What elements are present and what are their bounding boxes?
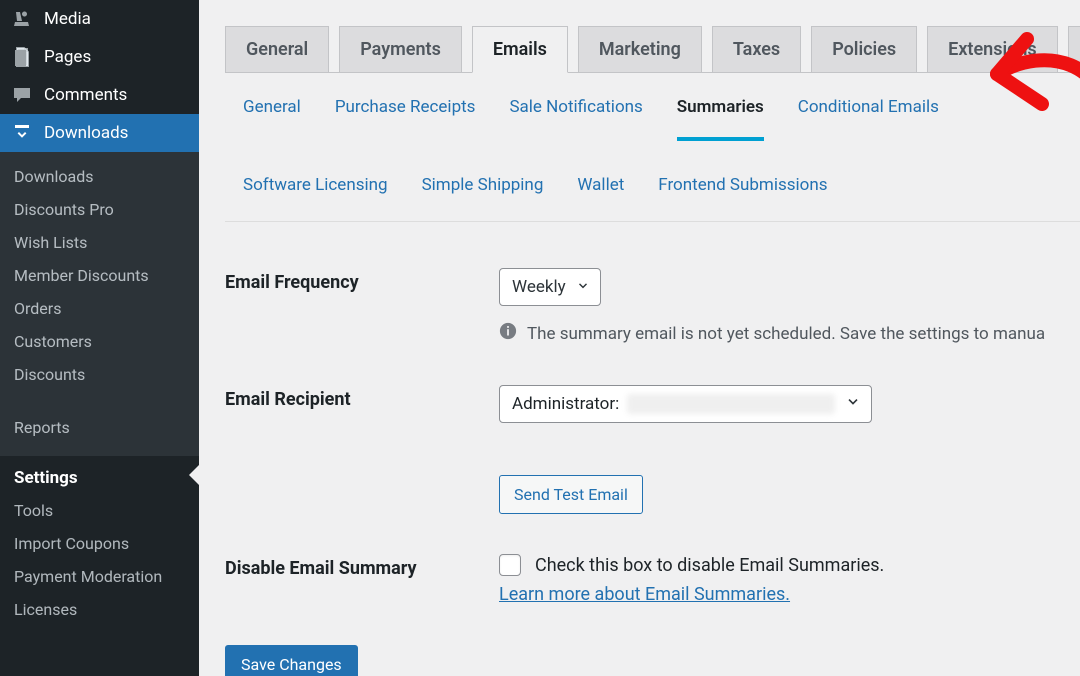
- sidebar-item-label: Pages: [44, 47, 91, 67]
- downloads-submenu: Downloads Discounts Pro Wish Lists Membe…: [0, 152, 199, 399]
- sidebar-subitem-licenses[interactable]: Licenses: [0, 593, 199, 626]
- select-email-recipient[interactable]: Administrator:: [499, 385, 872, 423]
- admin-sidebar: Media Pages Comments Downloads: [0, 0, 199, 676]
- tab-taxes[interactable]: Taxes: [712, 26, 801, 72]
- tab-marketing[interactable]: Marketing: [578, 26, 702, 72]
- pages-icon: [12, 47, 32, 67]
- frequency-info: The summary email is not yet scheduled. …: [499, 322, 1080, 345]
- tab-general[interactable]: General: [225, 26, 329, 72]
- sidebar-item-comments[interactable]: Comments: [0, 76, 199, 114]
- sidebar-item-media[interactable]: Media: [0, 0, 199, 38]
- sidebar-subitem-downloads[interactable]: Downloads: [0, 160, 199, 193]
- reports-section: Reports: [0, 399, 199, 456]
- label-disable-summary: Disable Email Summary: [225, 554, 499, 579]
- subtab-frontend-submissions[interactable]: Frontend Submissions: [658, 175, 827, 221]
- sidebar-subitem-discounts[interactable]: Discounts: [0, 358, 199, 391]
- select-value: Weekly: [512, 277, 566, 297]
- sidebar-item-settings[interactable]: Settings: [0, 456, 199, 494]
- sidebar-item-label: Settings: [14, 468, 78, 488]
- sidebar-subitem-customers[interactable]: Customers: [0, 325, 199, 358]
- row-email-recipient: Email Recipient Administrator: Send Test…: [225, 385, 1080, 514]
- sidebar-subitem-wish-lists[interactable]: Wish Lists: [0, 226, 199, 259]
- label-email-frequency: Email Frequency: [225, 268, 499, 293]
- subtab-sale-notifications[interactable]: Sale Notifications: [509, 97, 642, 141]
- subtab-software-licensing[interactable]: Software Licensing: [243, 175, 388, 221]
- frequency-info-text: The summary email is not yet scheduled. …: [527, 324, 1045, 344]
- sidebar-subitem-import-coupons[interactable]: Import Coupons: [0, 527, 199, 560]
- tab-policies[interactable]: Policies: [811, 26, 917, 72]
- sidebar-subitem-payment-moderation[interactable]: Payment Moderation: [0, 560, 199, 593]
- form-actions: Save Changes: [225, 645, 1080, 676]
- subtab-purchase-receipts[interactable]: Purchase Receipts: [335, 97, 476, 141]
- sidebar-subitem-tools[interactable]: Tools: [0, 494, 199, 527]
- sidebar-subitem-discounts-pro[interactable]: Discounts Pro: [0, 193, 199, 226]
- sidebar-subitem-orders[interactable]: Orders: [0, 292, 199, 325]
- tab-payments[interactable]: Payments: [339, 26, 462, 72]
- subtab-general[interactable]: General: [243, 97, 301, 141]
- tab-emails[interactable]: Emails: [472, 26, 568, 73]
- button-save-changes[interactable]: Save Changes: [225, 645, 358, 676]
- select-email-frequency[interactable]: Weekly: [499, 268, 601, 306]
- label-email-recipient: Email Recipient: [225, 385, 499, 410]
- downloads-icon: [12, 123, 32, 143]
- sub-tabs: General Purchase Receipts Sale Notificat…: [225, 73, 1080, 222]
- sidebar-subitem-member-discounts[interactable]: Member Discounts: [0, 259, 199, 292]
- subtab-simple-shipping[interactable]: Simple Shipping: [422, 175, 544, 221]
- row-disable-summary: Disable Email Summary Check this box to …: [225, 554, 1080, 605]
- checkbox-label-text: Check this box to disable Email Summarie…: [535, 555, 884, 576]
- recipient-redacted: [627, 394, 835, 414]
- subtab-wallet[interactable]: Wallet: [577, 175, 624, 221]
- link-learn-more[interactable]: Learn more about Email Summaries.: [499, 584, 790, 605]
- chevron-down-icon: [845, 394, 861, 414]
- comments-icon: [12, 85, 32, 105]
- sidebar-primary-menu: Media Pages Comments Downloads: [0, 0, 199, 152]
- sidebar-item-label: Media: [44, 9, 91, 29]
- sidebar-item-label: Downloads: [44, 123, 128, 143]
- sidebar-item-reports[interactable]: Reports: [0, 411, 199, 444]
- sidebar-item-pages[interactable]: Pages: [0, 38, 199, 76]
- primary-tabs: General Payments Emails Marketing Taxes …: [225, 0, 1080, 73]
- settings-submenu: Tools Import Coupons Payment Moderation …: [0, 494, 199, 640]
- recipient-prefix: Administrator:: [512, 394, 619, 414]
- button-send-test-email[interactable]: Send Test Email: [499, 475, 643, 514]
- sidebar-item-label: Comments: [44, 85, 127, 105]
- checkbox-disable-summary[interactable]: [499, 554, 521, 576]
- main-content: General Payments Emails Marketing Taxes …: [199, 0, 1080, 676]
- row-email-frequency: Email Frequency Weekly The summary email…: [225, 268, 1080, 345]
- settings-form: Email Frequency Weekly The summary email…: [225, 222, 1080, 676]
- chevron-down-icon: [576, 278, 590, 297]
- tab-extensions[interactable]: Extensions: [927, 26, 1057, 72]
- subtab-conditional-emails[interactable]: Conditional Emails: [798, 97, 939, 141]
- sidebar-item-downloads[interactable]: Downloads: [0, 114, 199, 152]
- subtab-summaries[interactable]: Summaries: [677, 97, 764, 141]
- info-icon: [499, 322, 517, 345]
- media-icon: [12, 9, 32, 29]
- tab-licenses[interactable]: Licenses: [1068, 26, 1080, 72]
